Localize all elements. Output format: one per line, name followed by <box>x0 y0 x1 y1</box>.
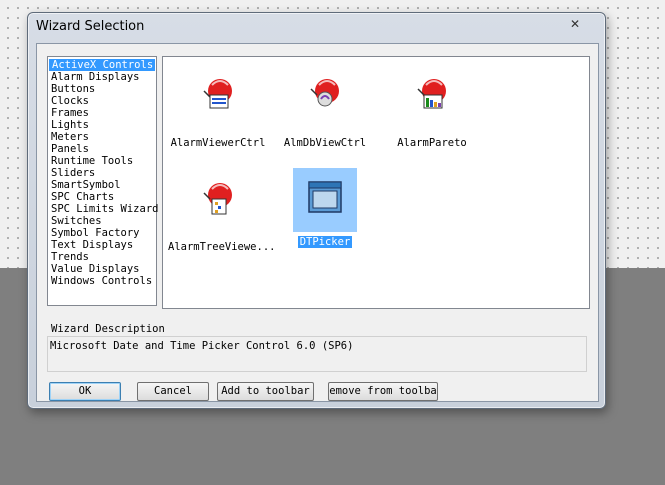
category-item-lights[interactable]: Lights <box>48 119 156 131</box>
ok-button[interactable]: OK <box>49 382 121 401</box>
category-item-text-displays[interactable]: Text Displays <box>48 239 156 251</box>
category-item-smartsymbol[interactable]: SmartSymbol <box>48 179 156 191</box>
add-to-toolbar-button[interactable]: Add to toolbar <box>217 382 314 401</box>
alarm-tree-view-icon <box>203 183 232 215</box>
wizard-tile-alarmviewerctrl[interactable]: AlarmViewerCtrl <box>168 67 268 149</box>
title-bar[interactable]: Wizard Selection ✕ <box>28 13 605 43</box>
wizard-icon-panel: AlarmViewerCtrl AlmDbViewCtrl AlarmParet… <box>162 56 590 309</box>
wizard-description-label: Wizard Description <box>51 323 165 335</box>
remove-from-toolbar-button[interactable]: emove from toolba <box>328 382 438 401</box>
category-item-buttons[interactable]: Buttons <box>48 83 156 95</box>
category-item-activex-controls[interactable]: ActiveX Controls <box>49 59 155 71</box>
dialog-client-area: ActiveX Controls Alarm Displays Buttons … <box>36 43 599 402</box>
category-item-spc-limits-wizard[interactable]: SPC Limits Wizard <box>48 203 158 215</box>
category-item-trends[interactable]: Trends <box>48 251 156 263</box>
category-item-runtime-tools[interactable]: Runtime Tools <box>48 155 156 167</box>
category-item-clocks[interactable]: Clocks <box>48 95 156 107</box>
category-item-sliders[interactable]: Sliders <box>48 167 156 179</box>
category-item-meters[interactable]: Meters <box>48 131 156 143</box>
wizard-tile-alarmpareto[interactable]: AlarmPareto <box>382 67 482 149</box>
category-item-alarm-displays[interactable]: Alarm Displays <box>48 71 156 83</box>
close-icon[interactable]: ✕ <box>565 16 585 32</box>
alarm-pareto-icon <box>417 79 446 109</box>
wizard-tile-almdbviewctrl[interactable]: AlmDbViewCtrl <box>275 67 375 149</box>
wizard-tile-label: DTPicker <box>297 236 353 248</box>
wizard-tile-label: AlarmPareto <box>397 137 467 149</box>
category-item-frames[interactable]: Frames <box>48 107 156 119</box>
wizard-tile-label: AlmDbViewCtrl <box>283 137 367 149</box>
dialog-title: Wizard Selection <box>36 19 145 34</box>
category-item-panels[interactable]: Panels <box>48 143 156 155</box>
category-item-switches[interactable]: Switches <box>48 215 156 227</box>
wizard-tile-dtpicker[interactable]: DTPicker <box>275 168 375 248</box>
alarm-db-view-icon <box>310 79 339 107</box>
wizard-selection-dialog: Wizard Selection ✕ ActiveX Controls Alar… <box>27 12 606 409</box>
category-item-spc-charts[interactable]: SPC Charts <box>48 191 156 203</box>
category-item-value-displays[interactable]: Value Displays <box>48 263 156 275</box>
wizard-description-text: Microsoft Date and Time Picker Control 6… <box>47 336 587 372</box>
category-item-windows-controls[interactable]: Windows Controls <box>48 275 156 287</box>
wizard-tile-label: AlarmTreeViewe... <box>168 241 276 253</box>
category-item-symbol-factory[interactable]: Symbol Factory <box>48 227 156 239</box>
category-list[interactable]: ActiveX Controls Alarm Displays Buttons … <box>47 56 158 306</box>
dt-picker-icon <box>308 181 342 213</box>
wizard-tile-alarmtreeviewer[interactable]: AlarmTreeViewe... <box>168 175 276 253</box>
cancel-button[interactable]: Cancel <box>137 382 209 401</box>
alarm-viewer-icon <box>203 79 232 109</box>
wizard-tile-label: AlarmViewerCtrl <box>170 137 266 149</box>
